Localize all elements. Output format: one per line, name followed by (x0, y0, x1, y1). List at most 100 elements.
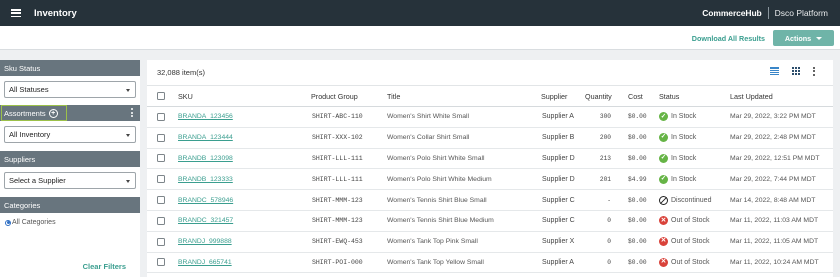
row-select-cell (157, 128, 165, 148)
row-checkbox[interactable] (157, 112, 165, 121)
product-group-cell: SHIRT-LLL-111 (312, 154, 363, 162)
sku-link[interactable]: BRANDB_123333 (178, 169, 233, 189)
title-cell: Women's Shirt White Small (387, 113, 470, 121)
supplier-cell: Supplier C (542, 196, 575, 204)
product-group-cell: SHIRT-ABC-110 (312, 113, 363, 121)
sku-link[interactable]: BRANDJ_665741 (178, 253, 232, 273)
column-header-last-updated[interactable]: Last Updated (730, 86, 773, 106)
sku-link[interactable]: BRANDJ_999888 (178, 232, 232, 252)
last-updated-cell: Mar 11, 2022, 11:03 AM MDT (730, 217, 819, 225)
brand-logo: CommerceHub Dsco Platform (702, 0, 828, 26)
table-row[interactable]: BRANDC_321457 SHIRT-MMM-123 Women's Tennis… (147, 211, 833, 232)
column-header-sku[interactable]: SKU (178, 86, 193, 106)
supplier-cell: Supplier B (542, 134, 575, 142)
row-checkbox[interactable] (157, 216, 165, 225)
column-header-title[interactable]: Title (387, 86, 400, 106)
sku-link[interactable]: BRANDA_123444 (178, 128, 233, 148)
caret-down-icon (816, 36, 823, 40)
suppliers-label: Suppliers (4, 154, 36, 164)
suppliers-select[interactable]: Select a Supplier (4, 172, 136, 189)
quantity-cell: - (607, 196, 611, 204)
all-categories-radio[interactable]: All Categories (5, 219, 140, 226)
status-label: In Stock (671, 175, 697, 183)
cost-cell: $0.00 (628, 113, 647, 121)
supplier-cell: Supplier D (542, 154, 575, 162)
sku-link[interactable]: BRANDB_123098 (178, 149, 233, 169)
quantity-cell: 213 (599, 154, 611, 162)
platform-name: Dsco Platform (774, 8, 828, 18)
row-checkbox[interactable] (157, 258, 165, 267)
column-header-supplier[interactable]: Supplier (541, 86, 567, 106)
table-row[interactable]: BRANDA_123456 SHIRT-ABC-110 Women's Shirt … (147, 107, 833, 128)
check-circle-icon: ✓ (659, 133, 668, 143)
grid-view-icon[interactable] (792, 67, 800, 76)
assortments-select[interactable]: All Inventory (4, 126, 136, 143)
kebab-menu-icon[interactable] (131, 108, 133, 117)
column-header-quantity[interactable]: Quantity (585, 86, 612, 106)
row-checkbox[interactable] (157, 196, 165, 205)
status-cell: ✕ Out of Stock (659, 253, 710, 273)
assortments-focus-outline (1, 105, 67, 121)
sku-link[interactable]: BRANDC_321457 (178, 211, 233, 231)
sku-link[interactable]: BRANDC_578946 (178, 190, 233, 210)
list-view-icon[interactable] (770, 67, 779, 76)
hamburger-menu-icon[interactable] (11, 9, 21, 17)
title-cell: Women's Polo Shirt White Medium (387, 175, 492, 183)
select-all-checkbox[interactable] (157, 92, 165, 100)
status-label: Out of Stock (671, 217, 710, 225)
row-checkbox[interactable] (157, 175, 165, 184)
row-checkbox[interactable] (157, 154, 165, 163)
status-label: Out of Stock (671, 258, 710, 266)
product-group-cell: SHIRT-MMM-123 (312, 196, 363, 204)
cost-cell: $0.00 (628, 154, 647, 162)
table-row[interactable]: BRANDC_578946 SHIRT-MMM-123 Women's Tennis… (147, 190, 833, 211)
sku-link[interactable]: BRANDA_123456 (178, 107, 233, 127)
top-bar: Inventory CommerceHub Dsco Platform (0, 0, 840, 26)
column-header-status[interactable]: Status (659, 86, 679, 106)
last-updated-cell: Mar 29, 2022, 3:22 PM MDT (730, 113, 816, 121)
table-row[interactable]: BRANDJ_665741 SHIRT-POI-000 Women's Tank T… (147, 253, 833, 274)
suppliers-header: Suppliers (0, 151, 140, 167)
clear-filters-link[interactable]: Clear Filters (83, 262, 126, 271)
filter-sidebar: Sku Status All Statuses Assortments + Al… (0, 60, 140, 277)
last-updated-cell: Mar 29, 2022, 7:44 PM MDT (730, 175, 816, 183)
table-row[interactable]: BRANDJ_999888 SHIRT-EWQ-453 Women's Tank T… (147, 232, 833, 253)
sku-status-header: Sku Status (0, 60, 140, 76)
sku-status-value: All Statuses (9, 85, 49, 94)
row-checkbox[interactable] (157, 133, 165, 142)
status-label: In Stock (671, 154, 697, 162)
status-cell: ✓ In Stock (659, 128, 696, 148)
row-checkbox[interactable] (157, 237, 165, 246)
row-select-cell (157, 149, 165, 169)
table-row[interactable]: BRANDB_123333 SHIRT-LLL-111 Women's Polo S… (147, 169, 833, 191)
actions-dropdown-button[interactable]: Actions (773, 30, 834, 46)
radio-selected-icon[interactable] (5, 219, 11, 226)
more-options-icon[interactable] (813, 67, 815, 76)
table-row[interactable]: BRANDA_123444 SHIRT-XXX-102 Women's Collar… (147, 128, 833, 149)
status-cell: Discontinued (659, 190, 711, 210)
sku-status-select[interactable]: All Statuses (4, 81, 136, 98)
actions-button-label: Actions (784, 33, 812, 43)
brand-name: CommerceHub (702, 8, 762, 18)
column-header-product-group[interactable]: Product Group (311, 86, 358, 106)
action-bar: Download All Results Actions (0, 26, 840, 50)
status-label: Discontinued (671, 196, 712, 204)
product-group-cell: SHIRT-EWQ-453 (312, 238, 363, 246)
status-label: Out of Stock (671, 238, 710, 246)
quantity-cell: 0 (607, 258, 611, 266)
table-header: SKU Product Group Title Supplier Quantit… (147, 85, 833, 107)
last-updated-cell: Mar 11, 2022, 11:05 AM MDT (730, 238, 819, 246)
last-updated-cell: Mar 29, 2022, 12:51 PM MDT (730, 154, 820, 162)
cost-cell: $0.00 (628, 134, 647, 142)
download-all-results-link[interactable]: Download All Results (692, 34, 765, 43)
column-header-cost[interactable]: Cost (628, 86, 643, 106)
product-group-cell: SHIRT-POI-000 (312, 258, 363, 266)
title-cell: Women's Polo Shirt White Small (387, 154, 485, 162)
row-select-cell (157, 232, 165, 252)
table-row[interactable]: BRANDB_123098 SHIRT-LLL-111 Women's Polo S… (147, 149, 833, 170)
status-cell: ✓ In Stock (659, 169, 696, 189)
quantity-cell: 0 (607, 238, 611, 246)
inventory-table: SKU Product Group Title Supplier Quantit… (147, 85, 833, 274)
cost-cell: $0.00 (628, 196, 647, 204)
last-updated-cell: Mar 11, 2022, 10:24 AM MDT (730, 258, 819, 266)
